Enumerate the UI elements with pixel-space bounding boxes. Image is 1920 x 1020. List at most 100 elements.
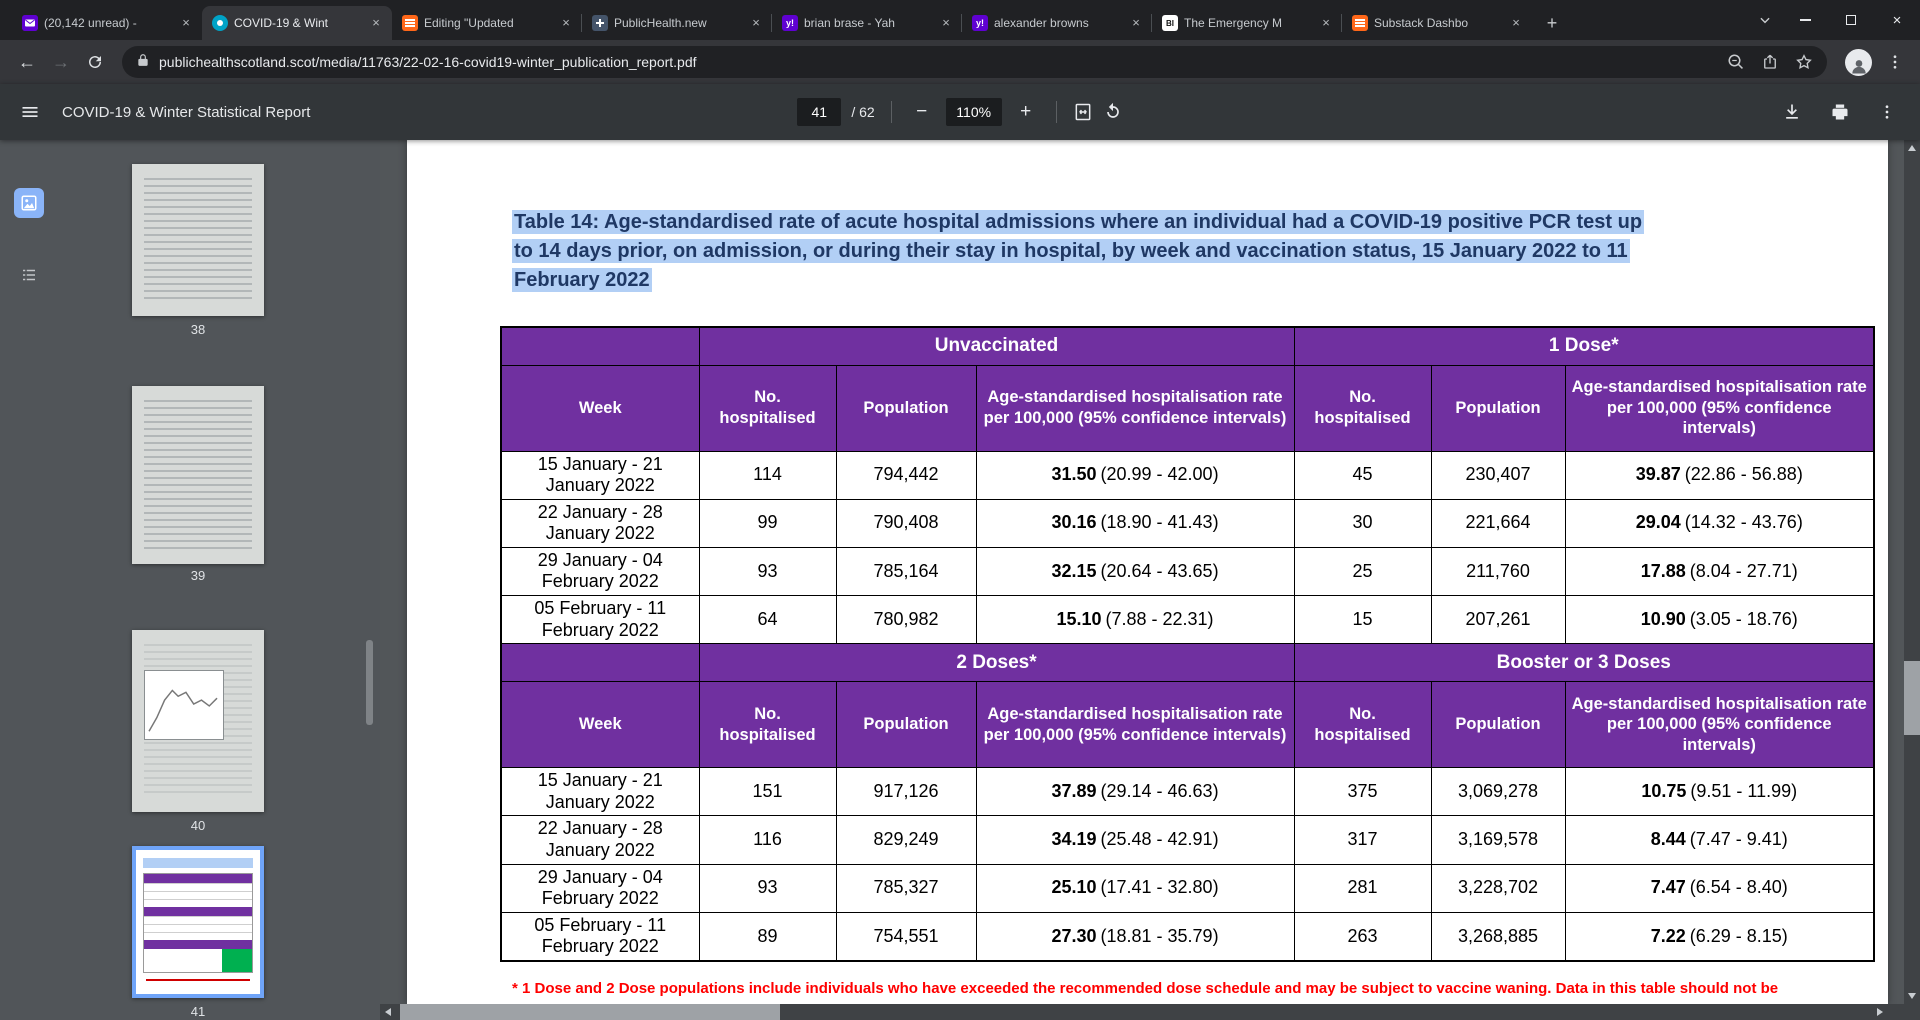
tab-covid-report[interactable]: COVID-19 & Wint × [202,6,392,40]
tab-close-icon[interactable]: × [1318,15,1334,31]
outline-view-icon[interactable] [14,260,44,290]
hospitalised-cell: 114 [698,450,837,500]
vertical-scrollbar[interactable] [1904,140,1920,1004]
zoom-out-button[interactable]: − [908,98,936,126]
scroll-left-arrow[interactable] [380,1004,396,1020]
download-icon[interactable] [1782,102,1802,122]
tab-close-icon[interactable]: × [938,15,954,31]
population-cell: 829,249 [835,815,977,865]
vertical-scrollbar-thumb[interactable] [1904,661,1920,735]
population-cell: 754,551 [835,911,977,962]
tab-search-chevron-icon[interactable] [1748,0,1782,40]
thumbnail-content [144,400,252,550]
thumbnail-page-39[interactable] [132,386,264,564]
pdf-viewer-content: 38 39 40 41 Table 14: Age-standardised r… [0,140,1920,1020]
col-rate: Age-standardised hospitalisation rate pe… [975,681,1295,769]
horizontal-scrollbar[interactable] [380,1004,1904,1020]
rate-cell: 15.10 (7.88 - 22.31) [975,595,1295,645]
col-no-hospitalised: No. hospitalised [698,681,837,769]
population-cell: 794,442 [835,450,977,500]
pdf-document-title: COVID-19 & Winter Statistical Report [62,103,311,121]
population-cell: 221,664 [1430,498,1566,548]
profile-avatar[interactable] [1845,48,1872,76]
window-close-button[interactable]: × [1874,0,1920,40]
rate-cell: 37.89 (29.14 - 46.63) [975,767,1295,817]
reload-button[interactable] [78,45,112,79]
tab-substack-dashboard[interactable]: Substack Dashbo × [1342,6,1532,40]
thumbnail-page-number: 41 [190,1004,206,1019]
scroll-down-arrow[interactable] [1904,988,1920,1004]
thumbnail-chart [144,670,224,740]
forward-button[interactable]: → [44,45,78,79]
scroll-up-arrow[interactable] [1904,140,1920,156]
address-bar: ← → publichealthscotland.scot/media/1176… [0,40,1920,84]
thumbnail-page-41-selected[interactable] [132,846,264,998]
tab-close-icon[interactable]: × [1508,15,1524,31]
week-cell: 05 February - 11 February 2022 [500,911,700,962]
zoom-indicator-icon[interactable] [1727,53,1745,71]
bookmark-star-icon[interactable] [1795,53,1813,71]
hospitalised-cell: 317 [1293,815,1432,865]
tab-yahoo-search-brian[interactable]: y! brian brase - Yah × [772,6,962,40]
tab-yahoo-search-alexander[interactable]: y! alexander browns × [962,6,1152,40]
tab-close-icon[interactable]: × [178,15,194,31]
horizontal-scrollbar-thumb[interactable] [400,1004,780,1020]
table-row: 15 January - 21 January 2022 114 794,442… [500,450,1875,500]
pdf-toolbar: COVID-19 & Winter Statistical Report / 6… [0,84,1920,140]
substack-favicon [402,15,418,31]
toolbar-divider [1055,101,1057,123]
pdf-page[interactable]: Table 14: Age-standardised rate of acute… [407,140,1888,1004]
tab-yahoo-mail[interactable]: (20,142 unread) - × [12,6,202,40]
page-number-input[interactable] [797,98,842,126]
rate-cell: 31.50 (20.99 - 42.00) [975,450,1295,500]
window-minimize-button[interactable] [1782,0,1828,40]
population-cell: 785,164 [835,546,977,597]
group-unvaccinated: Unvaccinated [698,326,1295,366]
url-field[interactable]: publichealthscotland.scot/media/11763/22… [122,46,1827,78]
thumbnails-view-icon[interactable] [14,188,44,218]
print-icon[interactable] [1830,102,1850,122]
rotate-icon[interactable] [1103,102,1123,122]
population-cell: 780,982 [835,595,977,645]
back-button[interactable]: ← [10,45,44,79]
hospitalised-cell: 93 [698,546,837,597]
rate-cell-green: 8.44 (7.47 - 9.41) [1564,815,1875,865]
pdf-menu-kebab-icon[interactable] [1878,103,1896,121]
thumbnail-content [143,858,253,868]
thumbnail-content [143,873,253,973]
tab-close-icon[interactable]: × [368,15,384,31]
browser-menu-kebab-icon[interactable] [1880,53,1910,71]
new-tab-button[interactable]: + [1538,9,1566,37]
hospitalised-cell: 375 [1293,767,1432,817]
table-heading: Table 14: Age-standardised rate of acute… [512,208,1772,295]
scroll-right-arrow[interactable] [1872,1004,1888,1020]
tab-close-icon[interactable]: × [1128,15,1144,31]
col-no-hospitalised: No. hospitalised [1293,364,1432,452]
col-rate: Age-standardised hospitalisation rate pe… [1564,364,1875,452]
site-lock-icon[interactable] [136,53,150,72]
window-restore-button[interactable] [1828,0,1874,40]
week-cell: 22 January - 28 January 2022 [500,498,700,548]
sidebar-scrollbar-thumb[interactable] [366,640,373,725]
minimize-icon [1799,19,1811,21]
hospitalised-cell: 116 [698,815,837,865]
column-header-row: Week No. hospitalised Population Age-sta… [500,681,1875,769]
share-icon[interactable] [1761,53,1779,71]
col-no-hospitalised: No. hospitalised [698,364,837,452]
substack-favicon [1352,15,1368,31]
fit-page-icon[interactable] [1073,102,1093,122]
tab-publichealth-news[interactable]: PublicHealth.new × [582,6,772,40]
thumbnail-page-40[interactable] [132,630,264,812]
zoom-in-button[interactable]: + [1012,98,1040,126]
population-cell: 3,228,702 [1430,863,1566,913]
tab-substack-editor[interactable]: Editing "Updated × [392,6,582,40]
hospitalised-cell: 151 [698,767,837,817]
sidebar-menu-icon[interactable] [20,102,40,122]
tab-close-icon[interactable]: × [748,15,764,31]
pdf-main-area: Table 14: Age-standardised rate of acute… [380,140,1920,1020]
week-cell: 29 January - 04 February 2022 [500,546,700,597]
tab-close-icon[interactable]: × [558,15,574,31]
col-population: Population [1430,681,1566,769]
tab-emergency[interactable]: BI The Emergency M × [1152,6,1342,40]
thumbnail-page-38[interactable] [132,164,264,316]
